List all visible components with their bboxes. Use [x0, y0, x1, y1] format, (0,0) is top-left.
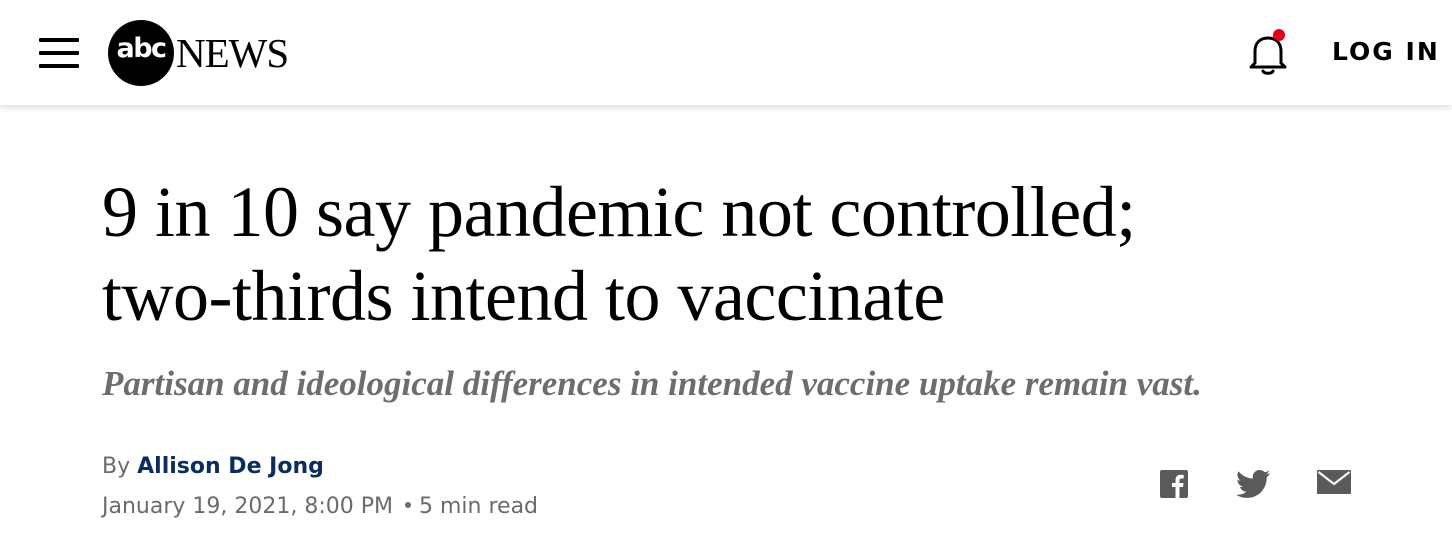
menu-bar: [39, 38, 79, 42]
login-button[interactable]: LOG IN: [1332, 36, 1440, 68]
facebook-icon[interactable]: [1160, 470, 1188, 502]
publish-date: January 19, 2021, 8:00 PM: [102, 494, 393, 519]
headline-line-1: 9 in 10 say pandemic not controlled;: [102, 172, 1136, 252]
read-time: 5 min read: [419, 494, 539, 519]
byline-prefix: By: [102, 454, 131, 479]
menu-bar: [39, 51, 79, 55]
article-meta: January 19, 2021, 8:00 PM 5 min read: [102, 492, 538, 522]
article-subheadline: Partisan and ideological differences in …: [102, 364, 1202, 403]
logo-news-wordmark: NEWS: [176, 30, 289, 76]
author-link[interactable]: Allison De Jong: [137, 454, 324, 479]
byline: By Allison De Jong: [102, 452, 324, 482]
headline-line-2: two-thirds intend to vaccinate: [102, 256, 945, 336]
notification-dot: [1273, 29, 1285, 41]
site-header: abc NEWS LOG IN: [0, 0, 1452, 105]
email-icon[interactable]: [1317, 470, 1351, 502]
menu-bar: [39, 64, 79, 68]
twitter-icon[interactable]: [1237, 470, 1271, 502]
logo-abc-mark: abc: [116, 33, 167, 64]
hamburger-menu-icon[interactable]: [39, 38, 79, 68]
separator-dot: [405, 502, 411, 508]
article-headline: 9 in 10 say pandemic not controlled; two…: [102, 170, 1352, 338]
abc-news-logo[interactable]: abc NEWS: [108, 20, 308, 86]
